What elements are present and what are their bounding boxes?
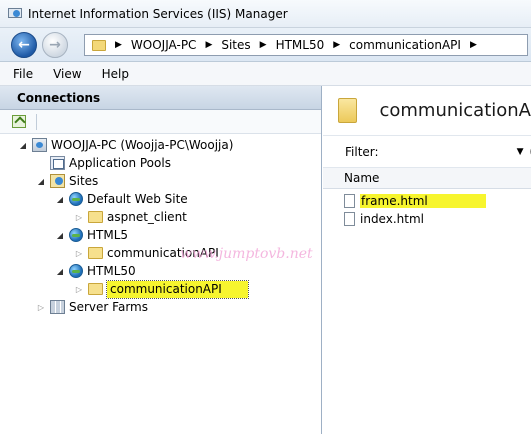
breadcrumb-html50[interactable]: HTML50 <box>276 38 325 52</box>
tree-item-server[interactable]: ◢ WOOJJA-PC (Woojja-PC\Woojja) <box>18 136 233 154</box>
expand-icon[interactable]: ▷ <box>74 213 84 222</box>
globe-icon <box>69 264 83 278</box>
tree-label-server-farms: Server Farms <box>69 300 148 314</box>
tree-label-app-pools: Application Pools <box>69 156 171 170</box>
navigation-bar: ← → ▶ WOOJJA-PC ▶ Sites ▶ HTML50 ▶ commu… <box>0 28 531 62</box>
collapse-icon[interactable]: ◢ <box>18 141 28 150</box>
tree-label-default-web-site: Default Web Site <box>87 192 188 206</box>
tree-label-html5: HTML5 <box>87 228 129 242</box>
tree-label-html50: HTML50 <box>87 264 136 278</box>
collapse-icon[interactable]: ◢ <box>55 267 65 276</box>
breadcrumb-separator-icon[interactable]: ▶ <box>470 40 477 50</box>
content-pane: communicationA Filter: ▼ G Name frame.ht… <box>323 86 531 434</box>
folder-icon <box>92 39 106 51</box>
tree-item-html50[interactable]: ◢ HTML50 <box>55 262 136 280</box>
tree-item-default-web-site[interactable]: ◢ Default Web Site <box>55 190 188 208</box>
file-item-frame[interactable]: frame.html <box>344 192 486 210</box>
connections-header: Connections <box>0 86 321 110</box>
folder-icon <box>338 98 358 123</box>
collapse-icon[interactable]: ◢ <box>55 231 65 240</box>
content-title: communicationA <box>379 100 531 121</box>
title-bar: Internet Information Services (IIS) Mana… <box>0 0 531 28</box>
tree-item-sites[interactable]: ◢ Sites <box>36 172 98 190</box>
file-item-index[interactable]: index.html <box>344 210 424 228</box>
tree-item-server-farms[interactable]: ▷ Server Farms <box>36 298 148 316</box>
file-name: index.html <box>360 212 424 226</box>
column-header-name[interactable]: Name <box>323 168 531 189</box>
globe-icon <box>69 192 83 206</box>
tree-label-server: WOOJJA-PC (Woojja-PC\Woojja) <box>51 138 234 152</box>
file-name: frame.html <box>360 194 486 208</box>
connections-toolbar <box>0 110 321 134</box>
collapse-icon[interactable]: ◢ <box>36 177 46 186</box>
expand-icon[interactable]: ▷ <box>74 285 84 294</box>
breadcrumb-separator-icon[interactable]: ▶ <box>205 40 212 50</box>
expand-icon[interactable]: ▷ <box>36 303 46 312</box>
breadcrumb-separator-icon[interactable]: ▶ <box>260 40 267 50</box>
file-icon <box>344 194 355 208</box>
back-arrow-icon: ← <box>18 37 30 53</box>
forward-arrow-icon: → <box>49 37 61 53</box>
folder-icon <box>88 283 103 295</box>
back-button[interactable]: ← <box>11 32 37 58</box>
globe-icon <box>69 228 83 242</box>
server-icon <box>32 138 47 152</box>
file-icon <box>344 212 355 226</box>
tree-item-html50-communicationapi[interactable]: ▷ communicationAPI <box>74 279 249 299</box>
server-farms-icon <box>50 300 65 314</box>
watermark-text: www.jumptovb.net <box>180 246 313 262</box>
address-bar[interactable]: ▶ WOOJJA-PC ▶ Sites ▶ HTML50 ▶ communica… <box>84 34 528 56</box>
tree-label-aspnet-client: aspnet_client <box>107 210 187 224</box>
collapse-icon[interactable]: ◢ <box>55 195 65 204</box>
filter-label: Filter: <box>345 144 379 159</box>
tree-label-html50-communicationapi: communicationAPI <box>106 279 249 299</box>
folder-icon <box>88 247 103 259</box>
folder-icon <box>88 211 103 223</box>
toolbar-divider <box>36 113 37 130</box>
breadcrumb-separator-icon[interactable]: ▶ <box>115 40 122 50</box>
tree-item-html5[interactable]: ◢ HTML5 <box>55 226 128 244</box>
breadcrumb-server[interactable]: WOOJJA-PC <box>131 38 197 52</box>
connect-icon[interactable] <box>12 115 26 128</box>
iis-app-icon <box>8 7 22 21</box>
breadcrumb-communicationapi[interactable]: communicationAPI <box>349 38 461 52</box>
window-title: Internet Information Services (IIS) Mana… <box>28 6 288 21</box>
content-header: communicationA <box>323 86 531 136</box>
tree-label-sites: Sites <box>69 174 99 188</box>
breadcrumb-sites[interactable]: Sites <box>221 38 250 52</box>
tree-item-app-pools[interactable]: Application Pools <box>36 154 171 172</box>
sites-icon <box>50 174 65 188</box>
tree-item-aspnet-client[interactable]: ▷ aspnet_client <box>74 208 187 226</box>
expand-icon[interactable]: ▷ <box>74 249 84 258</box>
menu-help[interactable]: Help <box>102 67 129 81</box>
menu-view[interactable]: View <box>53 67 81 81</box>
filter-dropdown-icon[interactable]: ▼ <box>517 147 524 157</box>
application-pools-icon <box>50 156 65 170</box>
menu-file[interactable]: File <box>13 67 33 81</box>
forward-button[interactable]: → <box>42 32 68 58</box>
filter-bar: Filter: ▼ G <box>323 136 531 168</box>
breadcrumb-separator-icon[interactable]: ▶ <box>333 40 340 50</box>
menu-bar: File View Help <box>0 62 531 86</box>
